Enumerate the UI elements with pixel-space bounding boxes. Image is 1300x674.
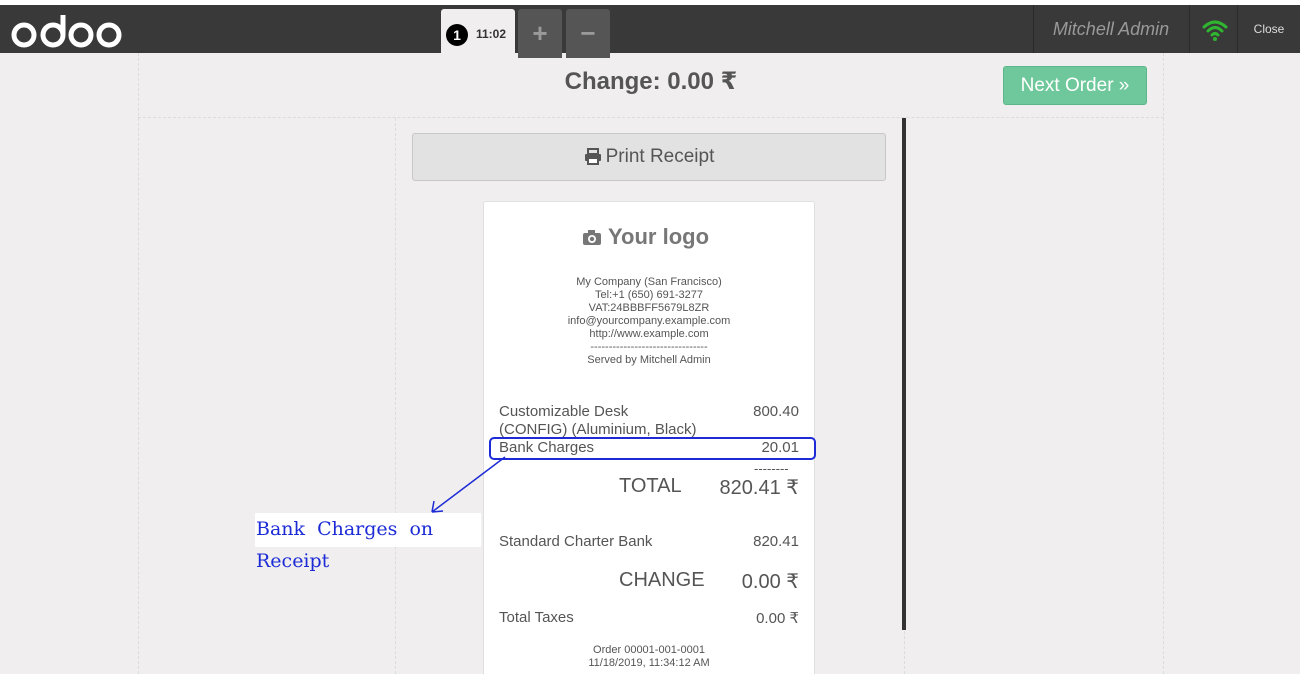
remove-order-button[interactable]: −	[566, 9, 610, 58]
payment-value: 820.41	[753, 533, 799, 550]
taxes-value: 0.00 ₹	[756, 610, 799, 627]
line-product-variant: (CONFIG) (Aluminium, Black)	[499, 421, 697, 438]
receipt-footer: Order 00001-001-0001 11/18/2019, 11:34:1…	[484, 644, 814, 670]
taxes-label: Total Taxes	[499, 609, 574, 626]
company-website: http://www.example.com	[589, 328, 709, 340]
order-number-badge: 1	[446, 24, 468, 46]
line-product-name: Customizable Desk	[499, 403, 629, 420]
camera-icon	[583, 230, 601, 245]
wifi-icon	[1202, 20, 1228, 41]
served-by: Served by Mitchell Admin	[587, 354, 711, 366]
close-button[interactable]: Close	[1237, 5, 1300, 53]
top-bar: 1 11:02 + − Mitchell Admin Close	[0, 0, 1300, 58]
company-divider: --------------------------------	[590, 341, 708, 353]
print-receipt-button[interactable]: Print Receipt	[412, 133, 886, 181]
total-divider: --------	[754, 461, 789, 476]
logo-text: Your logo	[608, 224, 710, 249]
printer-icon	[584, 148, 601, 165]
change-value: 0.00 ₹	[741, 571, 799, 593]
annotation-label: Bank Charges on Receipt	[255, 513, 481, 572]
order-date: 11/18/2019, 11:34:12 AM	[588, 657, 710, 669]
receipt-header: Change: 0.00 ₹ Next Order »	[138, 53, 1164, 118]
annotation-arrow-icon	[431, 456, 506, 513]
company-vat: VAT:24BBBFF5679L8ZR	[588, 302, 710, 314]
minus-icon: −	[580, 18, 596, 48]
line-amount: 800.40	[753, 403, 799, 420]
total-value: 820.41 ₹	[719, 477, 799, 499]
user-name: Mitchell Admin	[1033, 5, 1188, 53]
company-email: info@yourcompany.example.com	[567, 315, 731, 327]
total-label: TOTAL	[619, 475, 682, 497]
company-phone: Tel:+1 (650) 691-3277	[595, 289, 703, 301]
company-name: My Company (San Francisco)	[576, 276, 722, 288]
change-label: CHANGE	[619, 569, 705, 591]
company-info: My Company (San Francisco) Tel:+1 (650) …	[484, 276, 814, 367]
order-reference: Order 00001-001-0001	[593, 644, 705, 656]
scrollbar[interactable]	[902, 118, 906, 630]
payment-name: Standard Charter Bank	[499, 533, 653, 550]
company-logo: Your logo	[582, 224, 709, 250]
odoo-logo	[11, 15, 122, 48]
order-tab[interactable]: 1 11:02	[441, 9, 515, 58]
next-order-button[interactable]: Next Order »	[1003, 66, 1147, 105]
wifi-status[interactable]	[1189, 5, 1237, 53]
print-receipt-label: Print Receipt	[605, 146, 715, 167]
order-time: 11:02	[476, 27, 507, 41]
add-order-button[interactable]: +	[518, 9, 562, 58]
bank-charges-highlight	[489, 437, 816, 460]
plus-icon: +	[532, 18, 548, 48]
